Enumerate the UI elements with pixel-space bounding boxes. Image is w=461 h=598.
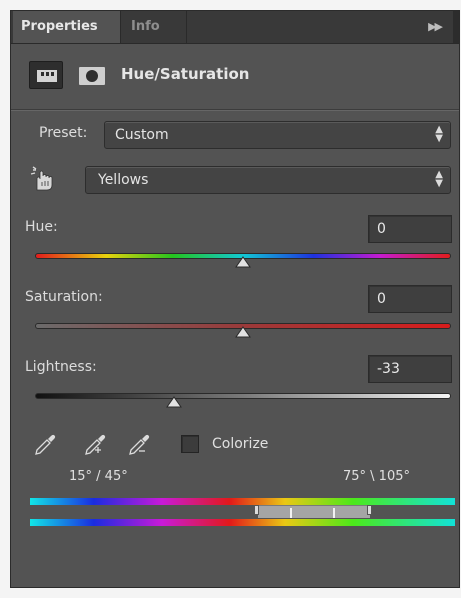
- saturation-value: 0: [377, 291, 386, 307]
- range-start-handle[interactable]: [290, 508, 292, 518]
- range-end-handle[interactable]: [333, 508, 335, 518]
- hue-label: Hue:: [25, 219, 58, 235]
- preset-label: Preset:: [39, 125, 88, 141]
- saturation-slider-thumb[interactable]: [235, 326, 251, 338]
- eyedropper-minus-icon[interactable]: [127, 431, 151, 457]
- up-down-arrows-icon: ▲ ▼: [435, 124, 443, 144]
- range-right-values: 75° \ 105°: [343, 469, 410, 484]
- up-down-arrows-icon: ▲ ▼: [435, 169, 443, 189]
- eyedropper-plus-icon[interactable]: [83, 431, 107, 457]
- panel-title: Hue/Saturation: [121, 65, 250, 83]
- divider: [11, 109, 459, 111]
- double-chevron-right-icon[interactable]: ▶▶: [428, 11, 443, 43]
- range-left-values: 15° / 45°: [69, 469, 128, 484]
- output-color-bar: [30, 519, 455, 526]
- input-color-bar: [30, 498, 455, 505]
- lightness-slider-thumb[interactable]: [166, 396, 183, 408]
- saturation-label: Saturation:: [25, 289, 103, 305]
- lightness-label: Lightness:: [25, 359, 97, 375]
- on-image-adjust-hand-icon[interactable]: [29, 166, 57, 192]
- preset-value: Custom: [115, 127, 169, 143]
- hue-value-field[interactable]: 0: [368, 215, 452, 243]
- panel-menu-button[interactable]: [453, 11, 459, 43]
- saturation-value-field[interactable]: 0: [368, 285, 452, 313]
- range-falloff-right-handle[interactable]: [367, 505, 372, 515]
- eyedropper-icon[interactable]: [33, 431, 57, 457]
- tab-properties[interactable]: Properties: [13, 11, 121, 43]
- hue-saturation-adjustment-icon[interactable]: [29, 61, 63, 89]
- color-range-selector[interactable]: [258, 505, 370, 518]
- hue-value: 0: [377, 221, 386, 237]
- colorize-checkbox[interactable]: [181, 435, 199, 453]
- channel-value: Yellows: [98, 172, 149, 188]
- layer-mask-icon[interactable]: [79, 67, 105, 85]
- properties-panel: Properties Info ▶▶ Hue/Saturation Preset…: [10, 10, 460, 588]
- lightness-slider-track[interactable]: [35, 393, 451, 399]
- tab-bar: Properties Info ▶▶: [11, 11, 459, 44]
- lightness-value-field[interactable]: -33: [368, 355, 452, 383]
- lightness-value: -33: [377, 361, 400, 377]
- channel-dropdown[interactable]: Yellows ▲ ▼: [85, 166, 451, 194]
- preset-dropdown[interactable]: Custom ▲ ▼: [104, 121, 451, 149]
- range-falloff-left-handle[interactable]: [254, 505, 259, 515]
- colorize-label: Colorize: [212, 436, 269, 452]
- hue-slider-thumb[interactable]: [235, 256, 251, 268]
- tab-info[interactable]: Info: [123, 11, 187, 43]
